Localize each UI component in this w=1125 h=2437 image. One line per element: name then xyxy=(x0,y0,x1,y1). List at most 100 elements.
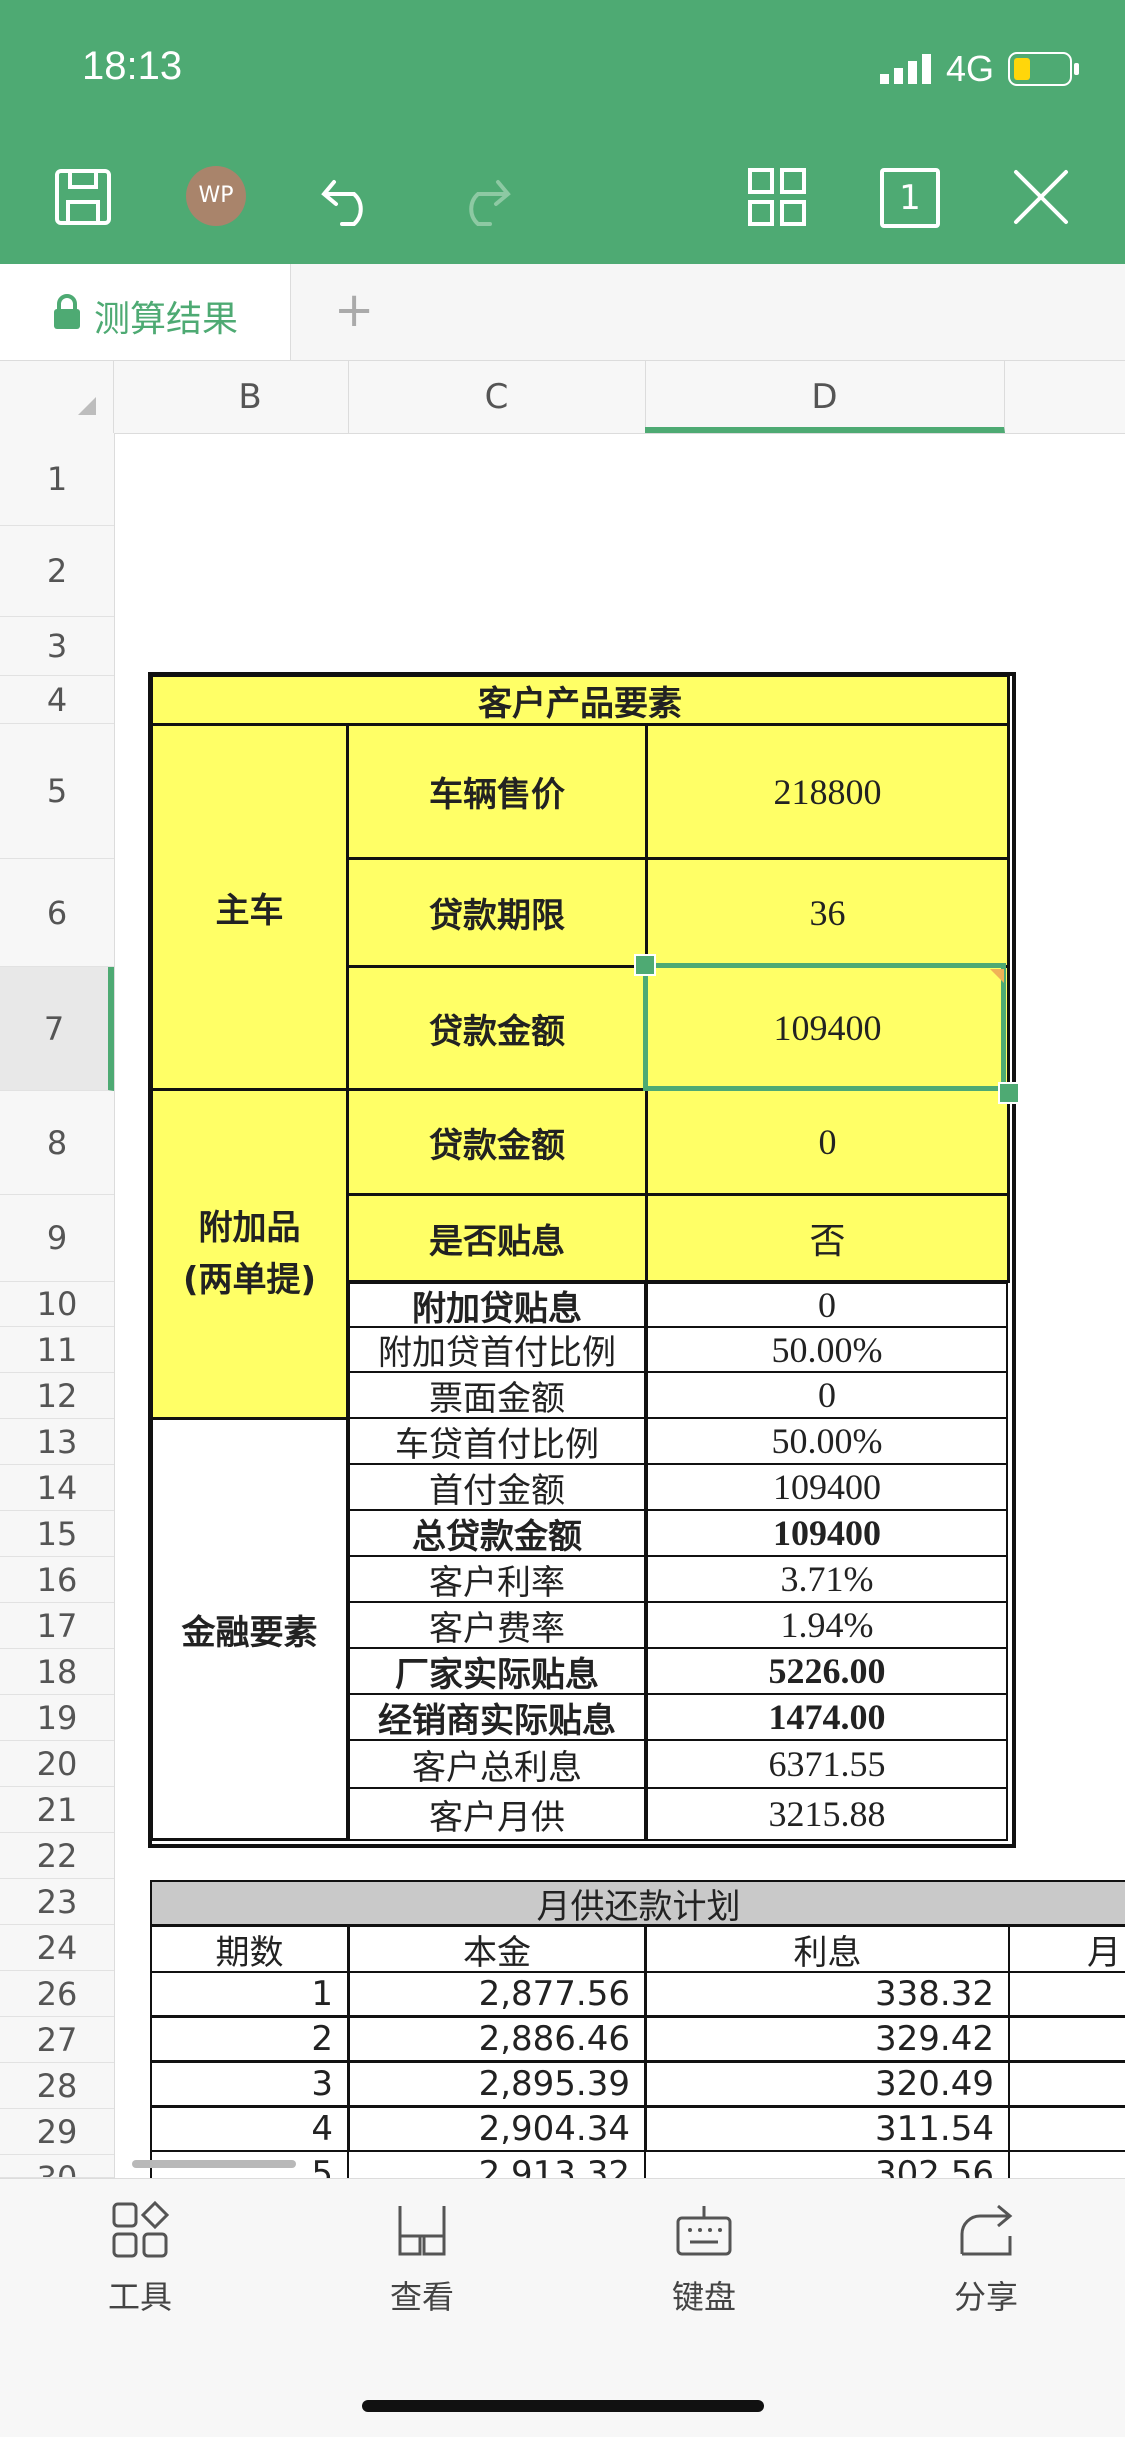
row-value[interactable]: 50.00% xyxy=(646,1326,1008,1373)
row-number[interactable]: 26 xyxy=(0,1971,114,2017)
share-button[interactable]: 分享 xyxy=(906,2200,1066,2318)
undo-icon[interactable] xyxy=(320,168,380,228)
schedule-header-principal: 本金 xyxy=(348,1925,646,1973)
row-number[interactable]: 3 xyxy=(0,617,114,676)
column-d-header[interactable]: D xyxy=(645,361,1005,433)
schedule-principal[interactable]: 2,904.34 xyxy=(348,2106,646,2152)
schedule-period[interactable]: 4 xyxy=(150,2106,349,2152)
row-value[interactable]: 218800 xyxy=(645,723,1010,860)
schedule-monthly[interactable] xyxy=(1008,2016,1125,2062)
row-number[interactable]: 27 xyxy=(0,2017,114,2063)
row-number[interactable]: 2 xyxy=(0,526,114,617)
reading-glasses-icon xyxy=(342,2200,502,2264)
view-button[interactable]: 查看 xyxy=(342,2200,502,2318)
sheet-tab-label: 测算结果 xyxy=(94,299,239,340)
grid-view-icon[interactable] xyxy=(748,168,806,226)
horizontal-scrollbar[interactable] xyxy=(132,2160,296,2168)
column-b-header[interactable]: B xyxy=(152,361,349,433)
tools-button[interactable]: 工具 xyxy=(60,2200,220,2318)
selection-handle-bottom-right[interactable] xyxy=(998,1082,1020,1104)
row-label: 是否贴息 xyxy=(346,1193,648,1283)
schedule-principal[interactable]: 2,913.32 xyxy=(348,2151,646,2178)
schedule-period[interactable]: 2 xyxy=(150,2016,349,2062)
row-label: 贷款金额 xyxy=(346,965,648,1091)
schedule-interest[interactable]: 329.42 xyxy=(645,2016,1010,2062)
row-number[interactable]: 13 xyxy=(0,1419,114,1465)
row-number[interactable]: 9 xyxy=(0,1195,114,1282)
row-value[interactable]: 5226.00 xyxy=(646,1647,1008,1695)
row-value[interactable]: 50.00% xyxy=(646,1417,1008,1465)
schedule-principal[interactable]: 2,877.56 xyxy=(348,1971,646,2017)
row-number[interactable]: 8 xyxy=(0,1091,114,1195)
row-number[interactable]: 24 xyxy=(0,1925,114,1971)
row-number[interactable]: 21 xyxy=(0,1787,114,1833)
schedule-header-period: 期数 xyxy=(150,1925,349,1973)
row-label: 经销商实际贴息 xyxy=(348,1693,646,1741)
battery-icon xyxy=(1008,52,1080,90)
avatar[interactable]: WP xyxy=(186,166,246,226)
share-icon xyxy=(906,2200,1066,2264)
row-value[interactable]: 1474.00 xyxy=(646,1693,1008,1741)
row-number[interactable]: 29 xyxy=(0,2109,114,2155)
row-number[interactable]: 6 xyxy=(0,859,114,967)
schedule-monthly[interactable] xyxy=(1008,1971,1125,2017)
schedule-principal[interactable]: 2,895.39 xyxy=(348,2061,646,2107)
row-value[interactable]: 3.71% xyxy=(646,1555,1008,1603)
row-value[interactable]: 36 xyxy=(645,857,1010,968)
schedule-interest[interactable]: 338.32 xyxy=(645,1971,1010,2017)
close-icon[interactable] xyxy=(1012,168,1070,226)
row-number[interactable]: 28 xyxy=(0,2063,114,2109)
row-value[interactable]: 0 xyxy=(646,1371,1008,1419)
row-number[interactable]: 11 xyxy=(0,1327,114,1373)
row-number[interactable]: 15 xyxy=(0,1511,114,1557)
column-c-header[interactable]: C xyxy=(348,361,646,433)
row-number[interactable]: 1 xyxy=(0,433,114,526)
row-value[interactable]: 109400 xyxy=(646,1463,1008,1511)
row-label: 厂家实际贴息 xyxy=(348,1647,646,1695)
row-label: 贷款金额 xyxy=(346,1088,648,1196)
select-all-corner[interactable] xyxy=(0,361,114,433)
selection-handle-top-left[interactable] xyxy=(634,954,656,976)
schedule-period[interactable]: 3 xyxy=(150,2061,349,2107)
row-number[interactable]: 17 xyxy=(0,1603,114,1649)
row-number[interactable]: 22 xyxy=(0,1833,114,1879)
row-label: 附加贷贴息 xyxy=(348,1282,646,1328)
row-value[interactable]: 109400 xyxy=(646,1509,1008,1557)
row-value[interactable]: 3215.88 xyxy=(646,1787,1008,1841)
schedule-period[interactable]: 1 xyxy=(150,1971,349,2017)
row-value[interactable]: 6371.55 xyxy=(646,1739,1008,1789)
row-value[interactable]: 0 xyxy=(645,1088,1010,1196)
keyboard-button[interactable]: 键盘 xyxy=(624,2200,784,2318)
row-number[interactable]: 10 xyxy=(0,1282,114,1327)
redo-icon[interactable] xyxy=(452,168,512,228)
schedule-principal[interactable]: 2,886.46 xyxy=(348,2016,646,2062)
save-icon[interactable] xyxy=(54,168,112,226)
add-sheet-button[interactable]: + xyxy=(334,282,374,338)
schedule-interest[interactable]: 311.54 xyxy=(645,2106,1010,2152)
row-number[interactable]: 19 xyxy=(0,1695,114,1741)
lock-icon xyxy=(52,294,82,334)
schedule-header-interest: 利息 xyxy=(645,1925,1010,1973)
row-label: 客户费率 xyxy=(348,1601,646,1649)
row-number[interactable]: 23 xyxy=(0,1879,114,1925)
schedule-monthly[interactable] xyxy=(1008,2106,1125,2152)
row-value[interactable]: 0 xyxy=(646,1282,1008,1328)
row-number[interactable]: 12 xyxy=(0,1373,114,1419)
row-number[interactable]: 14 xyxy=(0,1465,114,1511)
keyboard-label: 键盘 xyxy=(671,2278,736,2316)
row-value[interactable]: 否 xyxy=(645,1193,1010,1283)
row-value[interactable]: 1.94% xyxy=(646,1601,1008,1649)
schedule-monthly[interactable] xyxy=(1008,2061,1125,2107)
row-number[interactable]: 16 xyxy=(0,1557,114,1603)
schedule-interest[interactable]: 302.56 xyxy=(645,2151,1010,2178)
network-type: 4G xyxy=(946,48,995,89)
row-number[interactable]: 18 xyxy=(0,1649,114,1695)
row-number[interactable]: 4 xyxy=(0,676,114,724)
schedule-interest[interactable]: 320.49 xyxy=(645,2061,1010,2107)
row-number[interactable]: 30 xyxy=(0,2155,114,2178)
row-number[interactable]: 20 xyxy=(0,1741,114,1787)
row-number[interactable]: 5 xyxy=(0,724,114,859)
cell-selection[interactable] xyxy=(643,963,1006,1091)
row-number-selected[interactable]: 7 xyxy=(0,967,114,1091)
sheet-count-button[interactable]: 1 xyxy=(880,168,940,228)
